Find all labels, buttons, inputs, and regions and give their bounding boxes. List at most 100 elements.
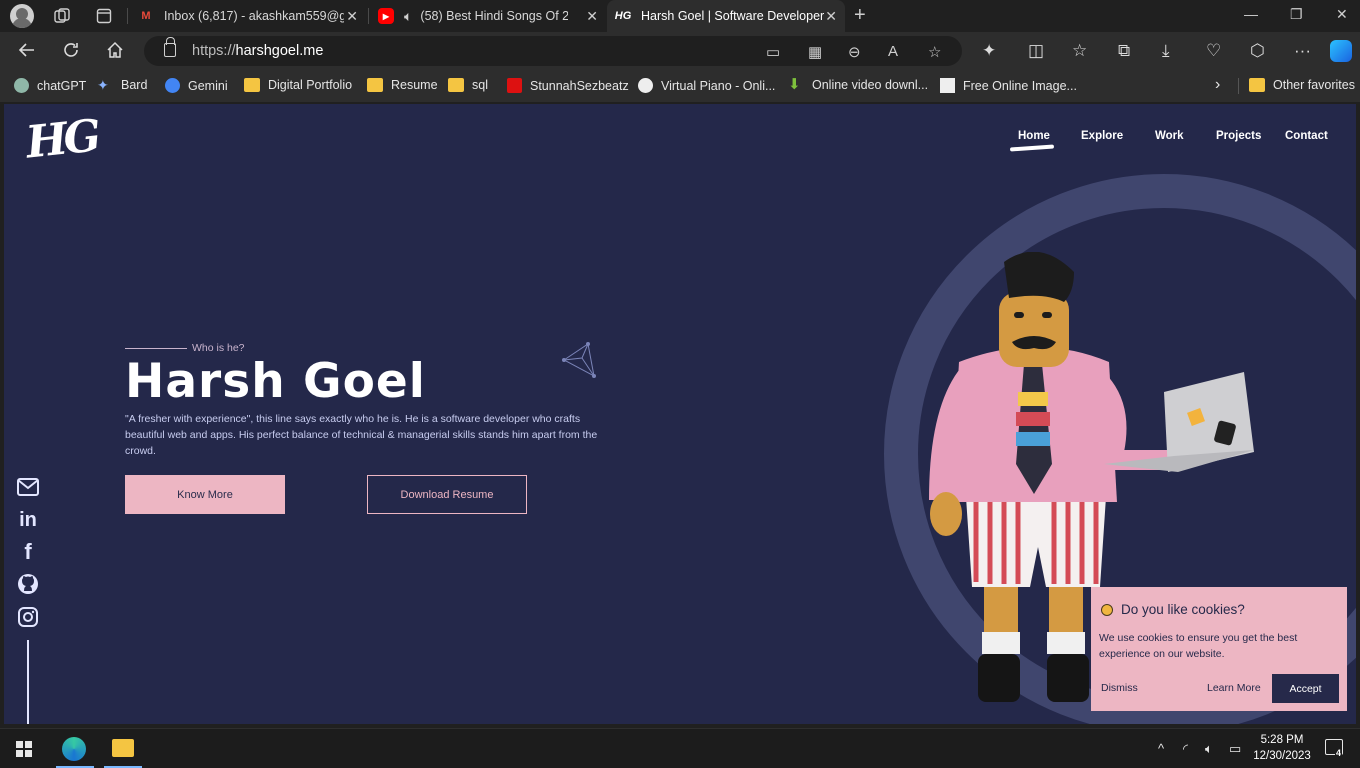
learn-more-link[interactable]: Learn More [1207, 682, 1261, 694]
url-host: harshgoel.me [235, 43, 324, 59]
close-tab-icon[interactable]: ✕ [346, 8, 358, 25]
bookmark-resume[interactable]: Resume [367, 78, 438, 92]
zoom-icon[interactable]: ⊖ [848, 43, 861, 61]
refresh-icon[interactable] [62, 41, 80, 64]
site-logo[interactable]: HG [24, 110, 100, 168]
chevron-right-icon[interactable]: › [1215, 76, 1220, 94]
chevron-up-icon[interactable]: ^ [1158, 741, 1164, 756]
cookie-title: Do you like cookies? [1101, 602, 1245, 617]
tab-title: Harsh Goel | Software Developer [641, 9, 825, 23]
windows-start-icon[interactable] [16, 741, 32, 757]
collections-icon[interactable]: ⧉ [1118, 41, 1130, 61]
gemini-icon [165, 78, 180, 93]
downloads-icon[interactable]: ⤓ [1162, 41, 1170, 61]
nav-home[interactable]: Home [1018, 130, 1050, 142]
restore-icon[interactable]: ❐ [1290, 6, 1303, 23]
bookmark-gemini[interactable]: Gemini [165, 78, 228, 93]
linkedin-icon[interactable]: in [17, 509, 39, 531]
site-icon [940, 78, 955, 93]
tab-title: Inbox (6,817) - akashkam559@gm [164, 9, 344, 23]
triangle-decoration-icon [562, 342, 596, 378]
mail-icon[interactable] [17, 476, 39, 498]
nav-explore[interactable]: Explore [1081, 130, 1123, 142]
favorite-star-icon[interactable]: ☆ [928, 43, 941, 61]
github-icon[interactable] [17, 573, 39, 595]
chatgpt-icon [14, 78, 29, 93]
dismiss-button[interactable]: Dismiss [1101, 682, 1138, 694]
bookmarks-bar: chatGPT ✦ Bard Gemini Digital Portfolio R… [0, 70, 1360, 102]
bookmark-virtual-piano[interactable]: Virtual Piano - Onli... [638, 78, 775, 93]
new-tab-button[interactable]: + [854, 4, 866, 27]
tab-title: (58) Best Hindi Songs Of 20( [420, 9, 569, 23]
speaker-icon[interactable]: 🔈︎ [404, 8, 412, 25]
wifi-icon[interactable]: ◜ [1183, 741, 1188, 757]
bookmark-chatgpt[interactable]: chatGPT [14, 78, 86, 93]
nav-active-underline [1009, 144, 1055, 152]
volume-icon[interactable]: 🔈︎ [1205, 741, 1213, 757]
cookie-body: We use cookies to ensure you get the bes… [1099, 632, 1298, 660]
bookmark-sql[interactable]: sql [448, 78, 488, 92]
close-tab-icon[interactable]: ✕ [825, 8, 837, 25]
app-available-icon[interactable]: ▭ [766, 43, 780, 61]
back-icon[interactable] [18, 41, 36, 64]
facebook-icon[interactable]: f [17, 539, 39, 564]
profile-avatar[interactable] [10, 4, 34, 28]
settings-more-icon[interactable]: ··· [1294, 41, 1311, 61]
accept-button[interactable]: Accept [1272, 674, 1339, 703]
windows-taskbar: ^ ◜ 🔈︎ ▭ 5:28 PM 12/30/2023 4 [0, 728, 1360, 768]
split-screen-icon[interactable]: ◫ [1028, 41, 1044, 61]
nav-contact[interactable]: Contact [1285, 130, 1328, 142]
grid-icon[interactable]: ▦ [808, 43, 822, 61]
eyebrow: Who is he? [125, 342, 245, 354]
url-prefix: https:// [192, 43, 236, 59]
folder-icon [244, 78, 260, 92]
nav-projects[interactable]: Projects [1216, 130, 1261, 142]
cookie-banner: Do you like cookies? We use cookies to e… [1091, 587, 1347, 711]
bookmark-other-favorites[interactable]: Other favorites [1249, 78, 1355, 92]
social-divider-line [27, 640, 29, 724]
know-more-button[interactable]: Know More [125, 475, 285, 514]
url-input[interactable]: https://harshgoel.me ▭ ▦ ⊖ A ☆ [144, 36, 962, 66]
notification-count: 4 [1335, 748, 1343, 758]
minimize-icon[interactable]: — [1244, 6, 1258, 22]
system-clock[interactable]: 5:28 PM 12/30/2023 [1252, 732, 1312, 764]
lock-icon[interactable] [164, 37, 176, 57]
bookmark-bard[interactable]: ✦ Bard [97, 78, 147, 92]
nav-work[interactable]: Work [1155, 130, 1184, 142]
site-icon [507, 78, 522, 93]
hero-description: "A fresher with experience", this line s… [125, 413, 598, 457]
hero-title: Harsh Goel [125, 354, 426, 409]
browser-essentials-icon[interactable]: ⬡ [1250, 41, 1265, 61]
folder-icon [448, 78, 464, 92]
folder-icon [1249, 78, 1265, 92]
instagram-icon[interactable] [17, 606, 39, 628]
bard-icon: ✦ [97, 77, 109, 93]
home-icon[interactable] [106, 41, 124, 64]
cookie-icon [1101, 603, 1113, 616]
tab-bar: M Inbox (6,817) - akashkam559@gm ✕ ▶ 🔈︎ … [0, 0, 1360, 32]
copilot-icon[interactable] [1330, 40, 1352, 62]
bookmark-video-download[interactable]: ⬇ Online video downl... [788, 77, 928, 92]
extensions-icon[interactable]: ✦ [982, 41, 996, 61]
bookmark-stunnahsezbeatz[interactable]: StunnahSezbeatz [507, 78, 629, 93]
folder-icon [367, 78, 383, 92]
tab-gmail[interactable]: M Inbox (6,817) - akashkam559@gm ✕ [130, 0, 366, 32]
close-tab-icon[interactable]: ✕ [586, 8, 598, 25]
tab-actions-icon[interactable] [96, 8, 112, 29]
close-window-icon[interactable]: ✕ [1336, 6, 1348, 23]
gmail-icon: M [141, 10, 151, 22]
youtube-icon: ▶ [378, 8, 394, 24]
edge-taskbar-icon[interactable] [62, 737, 86, 761]
bookmark-free-image[interactable]: Free Online Image... [940, 78, 1077, 93]
bookmark-digital-portfolio[interactable]: Digital Portfolio [244, 78, 352, 92]
performance-icon[interactable]: ♡ [1206, 41, 1221, 61]
file-explorer-icon[interactable] [112, 739, 134, 757]
workspaces-icon[interactable] [54, 8, 70, 29]
favorites-icon[interactable]: ☆ [1072, 41, 1087, 61]
tab-harshgoel[interactable]: HG Harsh Goel | Software Developer ✕ [607, 0, 845, 32]
tab-youtube[interactable]: ▶ 🔈︎ (58) Best Hindi Songs Of 20( ✕ [370, 0, 606, 32]
download-resume-button[interactable]: Download Resume [367, 475, 527, 514]
read-aloud-icon[interactable]: A [888, 43, 898, 60]
address-toolbar: https://harshgoel.me ▭ ▦ ⊖ A ☆ ✦ ◫ ☆ ⧉ ⤓… [0, 32, 1360, 70]
battery-icon[interactable]: ▭ [1229, 741, 1241, 757]
